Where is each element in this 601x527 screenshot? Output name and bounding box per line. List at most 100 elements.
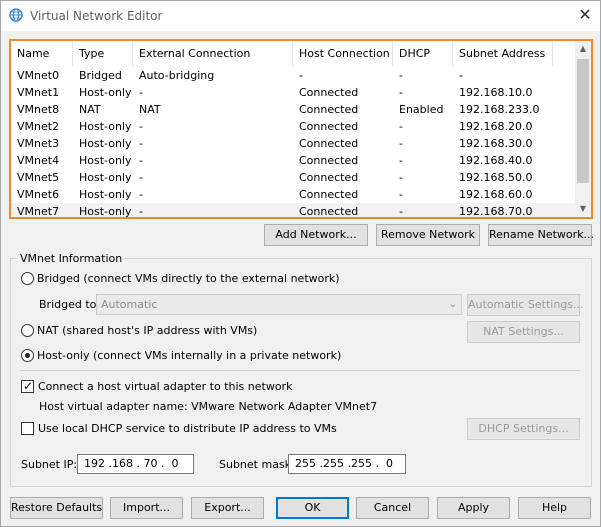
table-cell-type: Host-only	[79, 171, 132, 184]
column-header-external-connection[interactable]: External Connection	[133, 41, 293, 67]
table-cell-dhcp: -	[399, 69, 403, 82]
table-cell-name: VMnet3	[17, 137, 60, 150]
window-title: Virtual Network Editor	[30, 9, 163, 23]
column-header-subnet-address[interactable]: Subnet Address	[453, 41, 553, 67]
subnet-mask-label: Subnet mask:	[219, 458, 295, 471]
table-cell-external: -	[139, 154, 143, 167]
table-cell-external: -	[139, 86, 143, 99]
virtual-network-editor-window: Virtual Network Editor ✕ Name Type Exter…	[0, 0, 601, 527]
cancel-button[interactable]: Cancel	[356, 497, 429, 519]
table-cell-subnet: 192.168.70.0	[459, 205, 533, 218]
subnet-mask-input[interactable]: 255 .255 .255 . 0	[288, 454, 406, 474]
bridged-to-value: Automatic	[101, 298, 158, 311]
vmnet-information-legend: VMnet Information	[18, 252, 125, 265]
adapter-name-text: Host virtual adapter name: VMware Networ…	[39, 400, 378, 413]
table-cell-external: -	[139, 188, 143, 201]
column-header-name[interactable]: Name	[11, 41, 73, 67]
table-cell-host: Connected	[299, 137, 359, 150]
table-row[interactable]: VMnet5 Host-only - Connected -192.168.50.0	[11, 169, 575, 186]
table-row[interactable]: VMnet0 Bridged Auto-bridging - - -	[11, 67, 575, 84]
table-cell-host: Connected	[299, 188, 359, 201]
table-cell-external: -	[139, 171, 143, 184]
checkmark-icon: ✓	[22, 379, 34, 393]
network-list[interactable]: Name Type External Connection Host Conne…	[9, 39, 593, 219]
export-button[interactable]: Export...	[191, 497, 264, 519]
connect-adapter-checkbox[interactable]: ✓	[21, 379, 34, 393]
ok-button[interactable]: OK	[276, 497, 349, 519]
remove-network-button[interactable]: Remove Network	[376, 224, 480, 246]
table-cell-external: NAT	[139, 103, 161, 116]
table-cell-external: Auto-bridging	[139, 69, 215, 82]
apply-button[interactable]: Apply	[437, 497, 510, 519]
table-row[interactable]: VMnet4 Host-only - Connected -192.168.40.0	[11, 152, 575, 169]
table-cell-subnet: 192.168.10.0	[459, 86, 533, 99]
scrollbar-thumb[interactable]	[577, 59, 589, 183]
nat-label[interactable]: NAT (shared host's IP address with VMs)	[37, 324, 257, 337]
table-cell-host: -	[299, 69, 303, 82]
nat-radio[interactable]	[21, 324, 34, 337]
table-row[interactable]: VMnet2 Host-only - Connected -192.168.20.0	[11, 118, 575, 135]
column-header-host-connection[interactable]: Host Connection	[293, 41, 393, 67]
table-cell-name: VMnet1	[17, 86, 60, 99]
network-list-scrollbar[interactable]: ▲ ▼	[575, 41, 591, 217]
table-cell-name: VMnet0	[17, 69, 60, 82]
table-cell-dhcp: -	[399, 120, 403, 133]
table-cell-dhcp: -	[399, 154, 403, 167]
table-cell-host: Connected	[299, 120, 359, 133]
scroll-down-icon[interactable]: ▼	[575, 201, 591, 217]
table-row[interactable]: VMnet6 Host-only - Connected -192.168.60.0	[11, 186, 575, 203]
table-cell-name: VMnet4	[17, 154, 60, 167]
dhcp-checkbox[interactable]	[21, 422, 34, 435]
column-header-type[interactable]: Type	[73, 41, 133, 67]
table-cell-name: VMnet7	[17, 205, 60, 218]
table-cell-subnet: 192.168.50.0	[459, 171, 533, 184]
dhcp-settings-button[interactable]: DHCP Settings...	[467, 418, 580, 440]
connect-adapter-label[interactable]: Connect a host virtual adapter to this n…	[38, 380, 292, 393]
table-row[interactable]: VMnet1 Host-only - Connected -192.168.10.0	[11, 84, 575, 101]
table-cell-host: Connected	[299, 154, 359, 167]
nat-settings-button[interactable]: NAT Settings...	[467, 321, 580, 343]
table-cell-subnet: 192.168.20.0	[459, 120, 533, 133]
table-cell-name: VMnet2	[17, 120, 60, 133]
subnet-ip-input[interactable]: 192 .168 . 70 . 0	[77, 454, 194, 474]
chevron-down-icon: ⌄	[448, 299, 457, 310]
help-button[interactable]: Help	[518, 497, 591, 519]
table-cell-external: -	[139, 205, 143, 218]
table-row[interactable]: VMnet8 NAT NAT Connected Enabled 192.168.233.…	[11, 101, 575, 118]
table-cell-dhcp: -	[399, 205, 403, 218]
close-icon[interactable]: ✕	[573, 4, 597, 26]
table-row[interactable]: VMnet3 Host-only - Connected -192.168.30.0	[11, 135, 575, 152]
table-cell-type: Host-only	[79, 188, 132, 201]
column-header-dhcp[interactable]: DHCP	[393, 41, 453, 67]
automatic-settings-button[interactable]: Automatic Settings...	[467, 294, 584, 316]
section-divider	[20, 370, 580, 371]
table-cell-external: -	[139, 137, 143, 150]
table-cell-type: Host-only	[79, 120, 132, 133]
title-bar[interactable]: Virtual Network Editor ✕	[1, 1, 600, 31]
host-only-label[interactable]: Host-only (connect VMs internally in a p…	[37, 349, 341, 362]
bridged-radio[interactable]	[21, 272, 34, 285]
bridged-label[interactable]: Bridged (connect VMs directly to the ext…	[37, 272, 340, 285]
table-cell-type: Host-only	[79, 154, 132, 167]
dhcp-label[interactable]: Use local DHCP service to distribute IP …	[38, 422, 337, 435]
add-network-button[interactable]: Add Network...	[264, 224, 368, 246]
table-cell-name: VMnet8	[17, 103, 60, 116]
network-rows: VMnet0 Bridged Auto-bridging - - - VMnet1 Host-…	[11, 67, 575, 218]
table-cell-name: VMnet5	[17, 171, 60, 184]
bridged-to-select[interactable]: Automatic ⌄	[96, 294, 462, 315]
table-cell-type: Host-only	[79, 137, 132, 150]
restore-defaults-button[interactable]: Restore Defaults	[10, 497, 103, 519]
table-cell-dhcp: Enabled	[399, 103, 444, 116]
table-cell-dhcp: -	[399, 137, 403, 150]
scroll-up-icon[interactable]: ▲	[575, 41, 591, 57]
bridged-to-label: Bridged to:	[39, 298, 101, 311]
table-cell-type: Bridged	[79, 69, 122, 82]
host-only-radio[interactable]	[21, 349, 34, 362]
table-cell-subnet: 192.168.233.0	[459, 103, 540, 116]
table-cell-subnet: 192.168.40.0	[459, 154, 533, 167]
table-cell-dhcp: -	[399, 86, 403, 99]
import-button[interactable]: Import...	[110, 497, 183, 519]
table-cell-dhcp: -	[399, 171, 403, 184]
rename-network-button[interactable]: Rename Network...	[488, 224, 594, 246]
table-row[interactable]: VMnet7 Host-only - Connected -192.168.70.0	[11, 203, 575, 218]
